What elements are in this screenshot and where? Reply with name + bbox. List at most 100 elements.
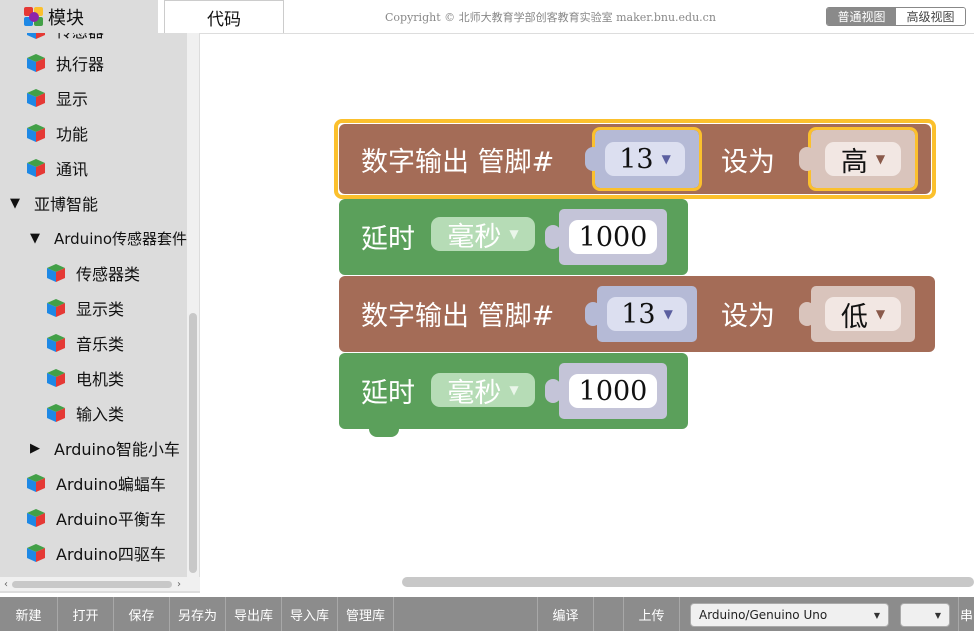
upload-button[interactable]: 上传 (624, 597, 680, 631)
sidebar-item-actuators[interactable]: 执行器 (26, 51, 104, 75)
level-dropdown[interactable]: 高 ▼ (825, 142, 901, 178)
delay-block[interactable]: 延时 毫秒 ▼ 1000 (339, 353, 688, 429)
pin-dropdown[interactable]: 13 ▼ (605, 142, 685, 176)
socket-notch (799, 302, 815, 326)
dropdown-arrow-icon: ▼ (934, 610, 941, 620)
sidebar-item-sensor-class[interactable]: 传感器类 (46, 261, 140, 285)
sidebar-item-arduino-bat-car[interactable]: Arduino蝙蝠车 (26, 471, 166, 495)
new-button[interactable]: 新建 (0, 597, 58, 631)
sidebar-item-label: 执行器 (56, 55, 105, 74)
sidebar-item-input-class[interactable]: 输入类 (46, 401, 124, 425)
sidebar-item-functions[interactable]: 功能 (26, 121, 88, 145)
unit-value: 毫秒 (447, 221, 502, 253)
cube-icon (26, 53, 46, 73)
dropdown-arrow-icon: ▼ (509, 383, 519, 397)
cube-icon (46, 263, 66, 283)
pin-value: 13 (621, 298, 656, 330)
sidebar-item-label: Arduino智能小车 (54, 440, 180, 459)
delay-value-field[interactable]: 1000 (569, 220, 657, 254)
socket-notch (799, 147, 815, 171)
sidebar-item-motor-class[interactable]: 电机类 (46, 366, 124, 390)
save-button[interactable]: 保存 (114, 597, 170, 631)
tab-code-label: 代码 (207, 9, 241, 30)
tab-blocks[interactable]: 模块 (0, 0, 158, 33)
sidebar-item-label: 通讯 (56, 160, 89, 179)
block-label: 数字输出 管脚# (361, 301, 555, 332)
sidebar-group-arduino-sensor-kit[interactable]: ▼ Arduino传感器套件 (30, 226, 187, 250)
sidebar-item-music-class[interactable]: 音乐类 (46, 331, 124, 355)
sidebar-group-arduino-smart-car[interactable]: ▶ Arduino智能小车 (30, 436, 180, 460)
cube-icon (26, 33, 46, 40)
cube-icon (26, 473, 46, 493)
export-library-button[interactable]: 导出库 (226, 597, 282, 631)
sidebar-item-label: 显示类 (76, 300, 125, 319)
triangle-down-icon: ▼ (30, 230, 40, 246)
port-select[interactable]: ▼ (900, 603, 950, 627)
sidebar-item-sensors[interactable]: 传感器 (26, 33, 104, 42)
set-label: 设为 (721, 147, 775, 178)
sidebar-item-label: 亚博智能 (34, 195, 99, 214)
compile-button[interactable]: 编译 (538, 597, 594, 631)
set-label: 设为 (721, 301, 775, 332)
sidebar-item-arduino-4wd-car[interactable]: Arduino四驱车 (26, 541, 166, 565)
manage-library-button[interactable]: 管理库 (338, 597, 394, 631)
socket-notch (585, 147, 601, 171)
board-value: Arduino/Genuino Uno (699, 608, 828, 622)
cube-icon (26, 508, 46, 528)
copyright-text: Copyright © 北师大教育学部创客教育实验室 maker.bnu.edu… (385, 11, 716, 24)
app-window: 模块 代码 Copyright © 北师大教育学部创客教育实验室 maker.b… (0, 0, 974, 631)
dropdown-arrow-icon: ▼ (661, 152, 671, 166)
scroll-right-icon[interactable]: › (172, 579, 186, 590)
puzzle-icon (24, 6, 44, 27)
board-select[interactable]: Arduino/Genuino Uno ▼ (690, 603, 889, 627)
scroll-thumb[interactable] (189, 313, 197, 573)
delay-block[interactable]: 延时 毫秒 ▼ 1000 (339, 199, 688, 275)
socket-notch (545, 225, 561, 249)
workspace-horizontal-scrollbar[interactable] (402, 577, 974, 587)
sidebar-item-arduino-balance-car[interactable]: Arduino平衡车 (26, 506, 166, 530)
sidebar-item-label: 输入类 (76, 405, 125, 424)
toolbar-spacer (394, 597, 538, 631)
pin-dropdown[interactable]: 13 ▼ (607, 297, 687, 331)
dropdown-arrow-icon: ▼ (875, 152, 886, 166)
sidebar-item-display-class[interactable]: 显示类 (46, 296, 124, 320)
sidebar-item-display[interactable]: 显示 (26, 86, 88, 110)
dropdown-arrow-icon: ▼ (509, 227, 519, 241)
delay-value-field[interactable]: 1000 (569, 374, 657, 408)
digital-write-block[interactable]: 数字输出 管脚# 13 ▼ 设为 高 ▼ (339, 124, 931, 194)
sidebar-group-yahboom[interactable]: ▼ 亚博智能 (10, 191, 98, 215)
save-as-button[interactable]: 另存为 (170, 597, 226, 631)
serial-monitor-button[interactable]: 串 (958, 597, 974, 631)
sidebar-item-comms[interactable]: 通讯 (26, 156, 88, 180)
import-library-button[interactable]: 导入库 (282, 597, 338, 631)
scroll-thumb[interactable] (12, 580, 172, 588)
dropdown-arrow-icon: ▼ (875, 307, 886, 321)
level-value: 低 (840, 301, 868, 333)
unit-dropdown[interactable]: 毫秒 ▼ (431, 373, 535, 409)
sidebar-item-label: Arduino四驱车 (56, 545, 166, 564)
level-dropdown[interactable]: 低 ▼ (825, 297, 901, 333)
advanced-view-button[interactable]: 高级视图 (896, 8, 965, 25)
block-label: 延时 (361, 378, 415, 409)
block-bottom-tab (369, 428, 399, 437)
cube-icon (26, 123, 46, 143)
view-toggle: 普通视图 高级视图 (826, 7, 966, 26)
open-button[interactable]: 打开 (58, 597, 114, 631)
cube-icon (26, 543, 46, 563)
digital-write-block[interactable]: 数字输出 管脚# 13 ▼ 设为 低 ▼ (339, 276, 935, 352)
block-label: 延时 (361, 224, 415, 255)
cube-icon (26, 158, 46, 178)
scroll-left-icon[interactable]: ‹ (0, 579, 12, 590)
cube-icon (46, 403, 66, 423)
normal-view-button[interactable]: 普通视图 (827, 8, 896, 25)
dropdown-arrow-icon: ▼ (663, 307, 673, 321)
sidebar-item-label: Arduino蝙蝠车 (56, 475, 166, 494)
cube-icon (26, 88, 46, 108)
sidebar-item-label: 传感器 (56, 33, 104, 42)
sidebar-item-label: 显示 (56, 90, 89, 109)
sidebar-vertical-scrollbar[interactable] (187, 33, 199, 578)
sidebar-horizontal-scrollbar[interactable]: ‹ › (0, 577, 200, 591)
tab-code[interactable]: 代码 (164, 0, 284, 33)
unit-dropdown[interactable]: 毫秒 ▼ (431, 217, 535, 253)
unit-value: 毫秒 (447, 377, 502, 409)
